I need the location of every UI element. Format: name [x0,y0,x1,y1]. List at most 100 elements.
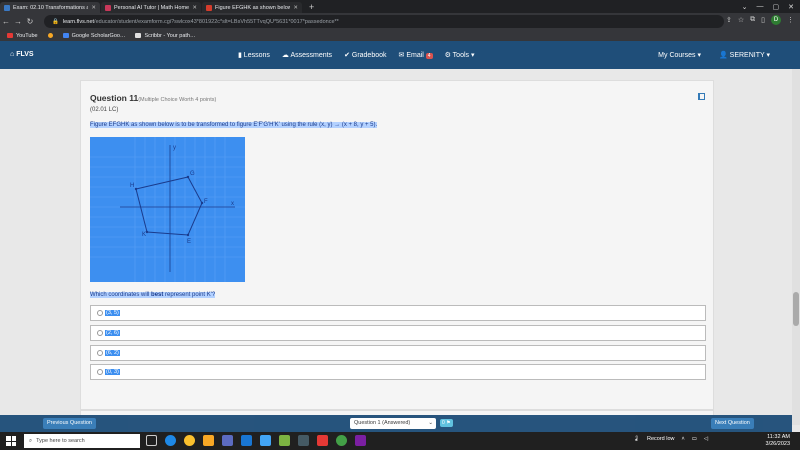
browser-tab-exam[interactable]: Exam: 02.10 Transformations and… ✕ [0,2,100,13]
task-view-icon[interactable] [146,435,157,446]
answer-choice-c[interactable]: (6, 2) [90,345,706,361]
close-window-icon[interactable]: ✕ [788,3,794,11]
close-tab-icon[interactable]: ✕ [91,5,96,11]
flagged-count-badge[interactable]: 0 ⚑ [440,419,453,427]
maximize-icon[interactable]: ▢ [773,3,780,11]
chevron-up-icon[interactable]: ˄ [682,436,685,442]
radio-button[interactable] [97,350,103,356]
close-tab-icon[interactable]: ✕ [293,5,298,11]
taskbar-search-input[interactable]: ⌕ Type here to search [24,434,140,448]
volume-icon[interactable]: ◁ [704,436,708,442]
profile-avatar[interactable]: D [771,15,781,25]
menu-icon[interactable]: ⋮ [787,16,794,24]
chrome-icon[interactable] [184,435,195,446]
choice-label: (6, 2) [105,350,120,356]
nav-lessons[interactable]: ▮ Lessons [238,51,270,59]
answer-choice-a[interactable]: (3, 5) [90,305,706,321]
app-icon[interactable] [355,435,366,446]
edge-icon[interactable] [165,435,176,446]
bookmarks-bar: YouTube Google ScholarGoo… Scribbr - You… [0,30,800,41]
site-navbar: ⌂ FLVS ▮ Lessons ☁ Assessments ✔ Gradebo… [0,41,800,69]
back-icon[interactable]: ← [0,17,12,26]
new-tab-button[interactable]: + [303,2,320,13]
email-count-badge: 4 [425,53,433,59]
bookmark-unnamed[interactable] [47,33,53,38]
url-host: learn.flvs.net [62,18,95,25]
nav-label: Assessments [290,52,333,59]
brand-label: FLVS [16,51,34,58]
bookmark-star-icon[interactable]: ☆ [738,16,744,24]
tab-favicon-icon [4,4,10,11]
question-select-value: Question 1 (Answered) [354,420,411,426]
point-f [200,201,204,205]
network-icon[interactable]: ▭ [692,436,697,442]
prompt-text: represent point K'? [163,292,216,298]
url-input[interactable]: 🔒 learn.flvs.net /educator/student/examf… [44,15,724,28]
brand-link[interactable]: ⌂ FLVS [10,51,34,58]
flag-question-icon[interactable] [698,93,705,100]
radio-button[interactable] [97,369,103,375]
answer-choice-d[interactable]: (0, 3) [90,364,706,380]
tab-search-icon[interactable]: ⌄ [742,3,748,11]
tab-label: Figure EFGHK as shown below is… [215,4,291,11]
nav-tools[interactable]: ⚙ Tools ▾ [445,51,475,59]
question-footer-bar: Previous Question Question 1 (Answered) … [0,415,792,432]
browser-tab-bar: Exam: 02.10 Transformations and… ✕ Perso… [0,0,800,13]
flag-count: 0 [442,420,445,426]
app-icon[interactable] [279,435,290,446]
radio-button[interactable] [97,310,103,316]
nav-email[interactable]: ✉ Email 4 [399,51,433,59]
dropbox-icon[interactable] [241,435,252,446]
browser-actions: ⇪ ☆ ⧉ ▯ D ⋮ [726,15,794,25]
nav-gradebook[interactable]: ✔ Gradebook [344,51,386,59]
file-explorer-icon[interactable] [203,435,214,446]
radio-button[interactable] [97,330,103,336]
question-panel: Question 11(Multiple Choice Worth 4 poin… [80,80,714,410]
close-tab-icon[interactable]: ✕ [192,5,197,11]
bookmark-icon [47,33,53,38]
weather-text[interactable]: Record low [647,436,675,442]
label-g: G [190,171,195,177]
minimize-icon[interactable]: — [757,3,764,10]
question-select[interactable]: Question 1 (Answered) ⌄ [350,418,436,429]
coordinate-graph-figure: y x G H F K E [90,137,245,282]
youtube-icon [7,33,13,38]
mail-icon[interactable] [260,435,271,446]
chevron-down-icon: ⌄ [428,420,433,426]
nav-assessments[interactable]: ☁ Assessments [282,51,332,59]
bookmark-label: Google ScholarGoo… [71,32,126,39]
question-worth: (Multiple Choice Worth 4 points) [138,97,217,103]
windows-start-icon[interactable] [6,436,16,446]
label-k: K [142,232,146,238]
answer-choice-b[interactable]: (2, 6) [90,325,706,341]
share-icon[interactable]: ⇪ [726,16,732,24]
my-courses-menu[interactable]: My Courses ▾ [658,51,701,59]
sidebar-icon[interactable]: ▯ [761,16,765,24]
bookmark-google-scholar[interactable]: Google ScholarGoo… [62,32,126,39]
label-h: H [130,183,134,189]
app-icon[interactable] [298,435,309,446]
next-question-button[interactable]: Next Question [711,418,754,429]
forward-icon[interactable]: → [12,17,24,26]
extensions-icon[interactable]: ⧉ [750,16,755,24]
bookmark-scribbr[interactable]: Scribbr - Your path… [135,33,196,39]
search-icon: ⌕ [29,437,33,444]
store-icon[interactable] [222,435,233,446]
scrollbar-thumb[interactable] [793,292,799,326]
user-menu[interactable]: 👤 SERENITY ▾ [719,51,770,59]
bookmark-youtube[interactable]: YouTube [7,33,38,39]
question-number: Question 11 [90,93,139,103]
previous-question-button[interactable]: Previous Question [43,418,96,429]
figure-efghk [135,176,203,236]
prompt-emphasis: best [151,292,164,298]
taskbar-clock[interactable]: 11:32 AM 3/26/2023 [766,434,790,448]
page-scrollbar[interactable] [792,69,800,425]
reload-icon[interactable]: ↻ [24,17,36,26]
tab-favicon-icon [105,4,111,11]
browser-tab-ai-tutor[interactable]: Personal AI Tutor | Math Homew… ✕ [101,2,201,13]
browser-tab-figure[interactable]: Figure EFGHK as shown below is… ✕ [202,2,302,13]
window-controls: ⌄ — ▢ ✕ [742,0,800,13]
tab-label: Exam: 02.10 Transformations and… [13,4,89,11]
chrome-active-icon[interactable] [336,435,347,446]
app-icon[interactable] [317,435,328,446]
